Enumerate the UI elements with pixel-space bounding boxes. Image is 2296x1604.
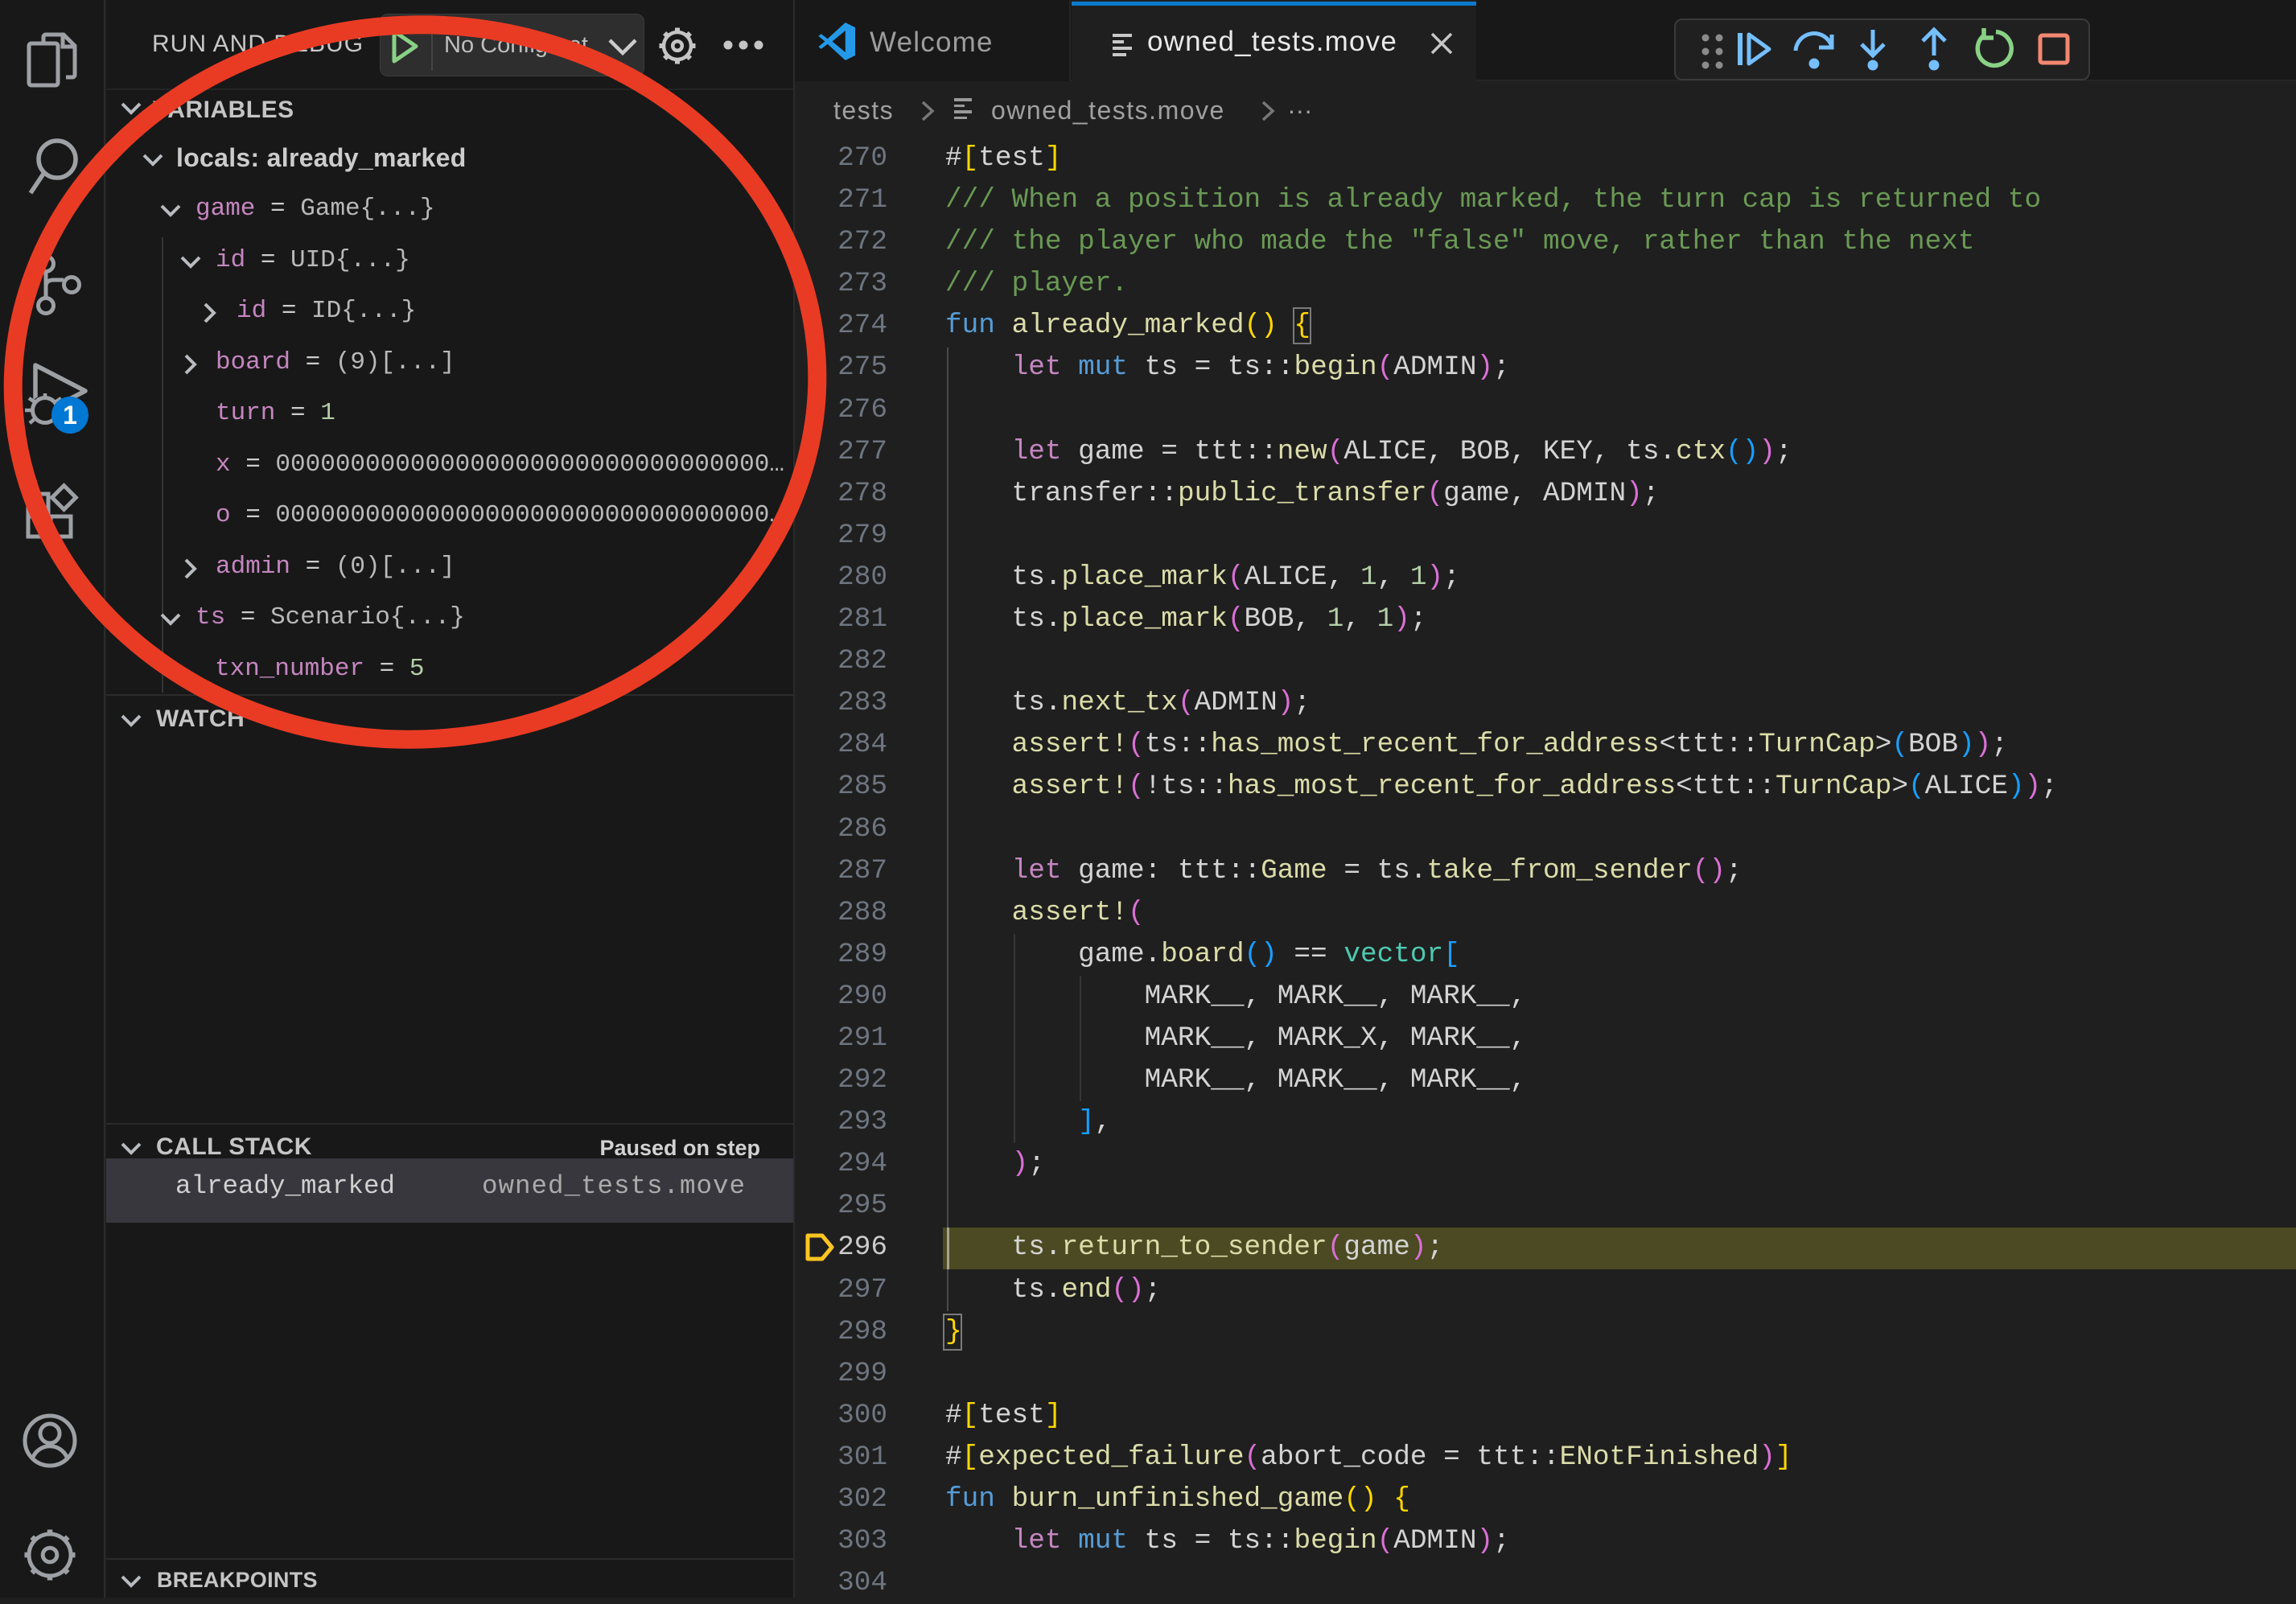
svg-text:1: 1 xyxy=(63,401,77,430)
